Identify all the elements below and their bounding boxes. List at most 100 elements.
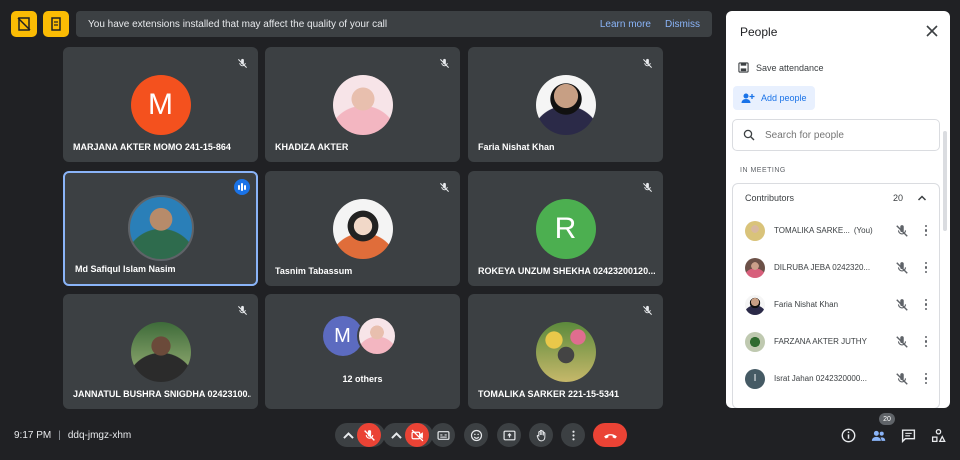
- others-count: 12 others: [342, 374, 383, 384]
- info-icon: [841, 428, 855, 442]
- mic-off-icon: [896, 372, 908, 385]
- participant-tile[interactable]: Tasnim Tabassum: [265, 171, 460, 286]
- avatar: [130, 322, 191, 382]
- meeting-details-button[interactable]: [839, 426, 857, 444]
- avatar: [745, 331, 765, 352]
- raise-hand-button[interactable]: [529, 423, 553, 447]
- participant-name: Faria Nishat Khan: [478, 142, 555, 152]
- person-name: TOMALIKA SARKE... (You): [774, 226, 873, 235]
- chevron-up-icon[interactable]: [339, 423, 357, 447]
- more-options-icon[interactable]: [921, 372, 931, 386]
- mic-off-icon: [363, 429, 375, 441]
- participant-name: MARJANA AKTER MOMO 241-15-864: [73, 142, 231, 152]
- participant-tile[interactable]: R ROKEYA UNZUM SHEKHA 02423200120...: [468, 171, 663, 286]
- mic-off-icon: [234, 55, 250, 71]
- meeting-code: ddq-jmgz-xhm: [67, 430, 132, 441]
- save-attendance-button[interactable]: Save attendance: [738, 62, 824, 73]
- hand-icon: [536, 429, 545, 441]
- current-time: 9:17 PM: [14, 430, 52, 441]
- activities-icon: [931, 428, 946, 442]
- mic-off-icon: [896, 298, 908, 311]
- meeting-details: 9:17 PM | ddq-jmgz-xhm: [14, 430, 132, 441]
- chat-icon: [901, 428, 915, 443]
- list-item[interactable]: I Israt Jahan 0242320000...: [733, 360, 939, 397]
- extension-warning-icon[interactable]: [11, 11, 37, 37]
- save-attendance-label: Save attendance: [756, 62, 824, 73]
- mic-off-icon: [639, 55, 655, 71]
- avatar: [745, 220, 765, 241]
- scrollbar[interactable]: [943, 131, 947, 231]
- list-item[interactable]: Faria Nishat Khan: [733, 286, 939, 323]
- participant-tile[interactable]: Md Safiqul Islam Nasim: [63, 171, 258, 286]
- meeting-info-icon[interactable]: [43, 11, 69, 37]
- close-icon[interactable]: [924, 23, 940, 39]
- mic-off-icon: [436, 179, 452, 195]
- people-panel: People Save attendance Add people IN MEE…: [726, 11, 950, 408]
- chevron-up-icon[interactable]: [387, 423, 405, 447]
- people-icon: [871, 430, 885, 441]
- contributors-list: Contributors 20 TOMALIKA SARKE... (You) D…: [732, 183, 940, 408]
- participant-tile[interactable]: TOMALIKA SARKER 221-15-5341: [468, 294, 663, 409]
- avatar: [535, 322, 596, 382]
- chat-button[interactable]: [899, 426, 917, 444]
- present-screen-icon: [502, 430, 516, 440]
- add-people-button[interactable]: Add people: [733, 86, 815, 110]
- add-person-icon: [741, 93, 755, 103]
- captions-icon: [436, 430, 450, 440]
- list-item[interactable]: FARZANA AKTER JUTHY: [733, 323, 939, 360]
- avatar: [745, 257, 765, 278]
- participant-name: Tasnim Tabassum: [275, 266, 353, 276]
- participant-tile[interactable]: JANNATUL BUSHRA SNIGDHA 02423100...: [63, 294, 258, 409]
- more-options-icon[interactable]: [921, 298, 931, 312]
- more-options-icon[interactable]: [921, 335, 931, 349]
- people-button[interactable]: [869, 426, 887, 444]
- mic-off-icon: [234, 302, 250, 318]
- more-options-icon[interactable]: [921, 261, 931, 275]
- section-heading: IN MEETING: [740, 167, 786, 174]
- search-input[interactable]: [765, 129, 915, 141]
- mic-off-icon: [896, 224, 908, 237]
- person-name: FARZANA AKTER JUTHY: [774, 337, 867, 346]
- participant-name: JANNATUL BUSHRA SNIGDHA 02423100...: [73, 389, 251, 399]
- more-options-icon[interactable]: [921, 224, 931, 238]
- chevron-up-icon[interactable]: [917, 193, 927, 203]
- participant-name: Md Safiqul Islam Nasim: [75, 264, 176, 274]
- avatar: [332, 75, 393, 135]
- reactions-button[interactable]: [464, 423, 488, 447]
- avatar: [535, 75, 596, 135]
- avatar: M: [130, 75, 191, 135]
- participant-name: KHADIZA AKTER: [275, 142, 349, 152]
- camera-toggle-button[interactable]: [405, 423, 429, 447]
- participant-tile[interactable]: M MARJANA AKTER MOMO 241-15-864: [63, 47, 258, 162]
- participant-tile[interactable]: Faria Nishat Khan: [468, 47, 663, 162]
- person-name: Faria Nishat Khan: [774, 300, 839, 309]
- present-button[interactable]: [497, 423, 521, 447]
- activities-button[interactable]: [929, 426, 947, 444]
- participant-name: ROKEYA UNZUM SHEKHA 02423200120...: [478, 266, 656, 276]
- avatar: [356, 316, 397, 356]
- contributors-label: Contributors: [745, 193, 795, 203]
- list-item[interactable]: TOMALIKA SARKE... (You): [733, 212, 939, 249]
- search-icon: [743, 129, 755, 141]
- leave-call-button[interactable]: [593, 423, 627, 447]
- avatar: [745, 294, 765, 315]
- dismiss-link[interactable]: Dismiss: [665, 19, 700, 30]
- others-tile[interactable]: M 12 others: [265, 294, 460, 409]
- microphone-control: [335, 423, 385, 447]
- person-name: Israt Jahan 0242320000...: [774, 374, 867, 383]
- more-options-button[interactable]: [561, 423, 585, 447]
- camera-off-icon: [410, 429, 423, 441]
- mic-off-icon: [896, 335, 908, 348]
- list-item[interactable]: DILRUBA JEBA 0242320...: [733, 249, 939, 286]
- search-field[interactable]: [732, 119, 940, 151]
- captions-button[interactable]: [431, 423, 455, 447]
- participant-name: TOMALIKA SARKER 221-15-5341: [478, 389, 620, 399]
- emoji-icon: [470, 429, 482, 441]
- avatar: [332, 199, 393, 259]
- mic-off-icon: [896, 261, 908, 274]
- participant-tile[interactable]: KHADIZA AKTER: [265, 47, 460, 162]
- contributors-header[interactable]: Contributors 20: [733, 184, 939, 212]
- mic-toggle-button[interactable]: [357, 423, 381, 447]
- learn-more-link[interactable]: Learn more: [600, 19, 651, 30]
- banner-message: You have extensions installed that may a…: [88, 18, 388, 30]
